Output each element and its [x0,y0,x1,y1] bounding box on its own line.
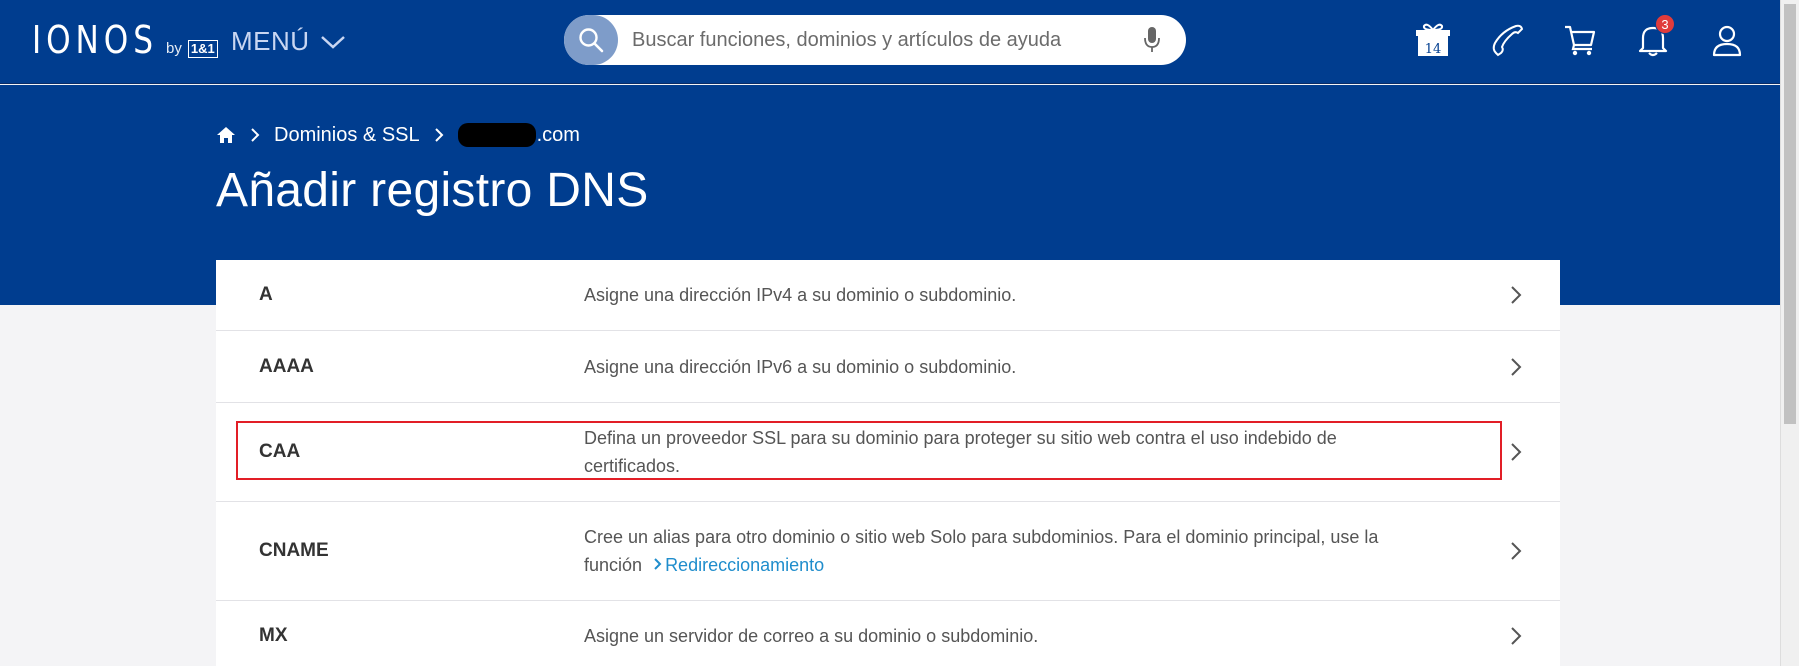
chevron-right-icon [1511,542,1522,560]
user-icon [1712,25,1742,57]
page-scrollbar[interactable] [1780,0,1799,666]
microphone-icon [1144,27,1160,52]
chevron-down-icon [320,35,345,49]
cart-icon [1565,25,1596,56]
record-type: A [259,284,273,305]
record-type: MX [259,624,288,646]
search-icon [579,28,604,53]
record-row-aaaa[interactable]: AAAA Asigne una dirección IPv6 a su domi… [216,331,1560,403]
gift-number: 14 [1425,42,1442,57]
record-type: CNAME [259,540,329,561]
chevron-right-icon [1511,626,1522,645]
search-bar [564,15,1186,65]
chevron-right-icon [1511,443,1522,461]
redirect-link[interactable]: Redireccionamiento [647,555,824,575]
logo-by: by [166,40,182,57]
phone-icon [1492,24,1524,57]
redirect-link-text[interactable]: Redireccionamiento [665,555,824,575]
gift-button[interactable]: 14 [1413,20,1453,60]
notifications-button[interactable]: 3 [1633,14,1675,60]
phone-button[interactable] [1487,20,1527,60]
redacted-domain [457,123,536,147]
record-row-a[interactable]: A Asigne una dirección IPv4 a su dominio… [216,260,1560,331]
search-input[interactable] [632,28,1132,52]
top-bar: IONOS by 1&1 MENÚ 14 [0,0,1780,84]
chevron-right-icon [1511,286,1522,304]
record-row-mx[interactable]: MX Asigne un servidor de correo a su dom… [216,601,1560,666]
record-type: CAA [259,441,301,462]
breadcrumb-domain[interactable]: .com [457,123,580,147]
home-icon[interactable] [216,126,236,144]
chevron-right-icon [251,128,260,142]
record-description: Defina un proveedor SSL para su dominio … [584,428,1337,476]
voice-search-button[interactable] [1132,26,1172,54]
menu-button[interactable]: MENÚ [231,26,346,57]
chevron-right-icon [434,128,444,142]
account-button[interactable] [1707,20,1747,60]
page-title: Añadir registro DNS [216,164,649,217]
scrollbar-thumb[interactable] [1784,4,1796,424]
menu-label: MENÚ [231,26,310,56]
breadcrumb: Dominios & SSL .com [216,123,580,147]
record-row-caa[interactable]: CAA Defina un proveedor SSL para su domi… [216,403,1560,502]
record-description: Asigne un servidor de correo a su domini… [584,625,1039,646]
breadcrumb-section-link[interactable]: Dominios & SSL [274,124,420,147]
domain-suffix: .com [536,123,580,146]
record-type: AAAA [259,355,314,377]
dns-record-type-list: A Asigne una dirección IPv4 a su dominio… [216,260,1560,666]
notification-badge: 3 [1655,14,1675,34]
record-description-wrap: Cree un alias para otro dominio o sitio … [584,523,1414,579]
search-button[interactable] [564,15,618,65]
logo-badge: 1&1 [187,40,218,58]
record-description: Asigne una dirección IPv6 a su dominio o… [584,356,1017,377]
chevron-right-icon [1511,357,1522,376]
cart-button[interactable] [1560,20,1600,60]
gift-calendar-icon: 14 [1416,23,1450,57]
record-row-cname[interactable]: CNAME Cree un alias para otro dominio o … [216,502,1560,601]
logo-text: IONOS [32,18,158,62]
chevron-right-icon [654,558,662,570]
record-description: Asigne una dirección IPv4 a su dominio o… [584,285,1017,305]
ionos-logo[interactable]: IONOS by 1&1 [32,18,218,62]
